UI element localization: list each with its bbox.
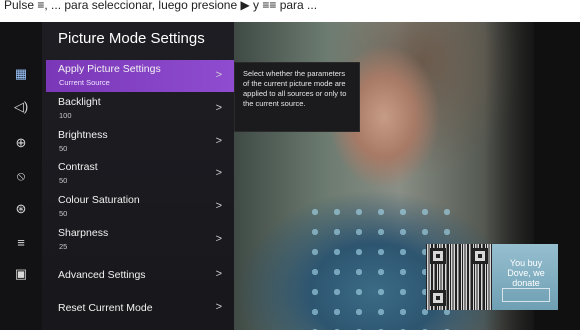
accessibility-icon[interactable]: ⊛ [0, 195, 42, 223]
chevron-right-icon: > [215, 200, 222, 212]
menu-item-reset-current-mode[interactable]: Reset Current Mode > [46, 292, 234, 324]
promo-card: You buy Dove, we donate [492, 244, 558, 310]
help-tooltip: Select whether the parameters of the cur… [234, 62, 360, 132]
menu-item-value: Current Source [59, 78, 110, 87]
tv-screen: ▦ ◁) ⊕ ⦸ ⊛ ≡ ▣ Picture Mode Settings App… [0, 22, 580, 330]
menu-item-label: Reset Current Mode [58, 302, 153, 314]
network-icon[interactable]: ⊕ [0, 129, 42, 157]
qr-finder [430, 248, 446, 264]
menu-item-backlight[interactable]: Backlight 100 > [46, 93, 234, 125]
promo-tagline: You buy Dove, we donate [507, 258, 545, 288]
picture-icon[interactable]: ▦ [0, 60, 42, 88]
qr-finder [430, 290, 446, 306]
menu-item-label: Backlight [58, 96, 101, 108]
menu-item-value: 50 [59, 176, 68, 185]
menu-item-contrast[interactable]: Contrast 50 > [46, 158, 234, 190]
chevron-right-icon: > [215, 233, 222, 245]
menu-item-brightness[interactable]: Brightness 50 > [46, 126, 234, 158]
menu-item-advanced-settings[interactable]: Advanced Settings > [46, 259, 234, 291]
page-title: Picture Mode Settings [58, 30, 205, 47]
picture-mode-settings-panel: Picture Mode Settings Apply Picture Sett… [42, 22, 234, 330]
qr-finder [472, 248, 488, 264]
chevron-right-icon: > [215, 301, 222, 313]
chevron-right-icon: > [215, 69, 222, 81]
menu-item-value: 25 [59, 242, 68, 251]
chevron-right-icon: > [215, 268, 222, 280]
tooltip-text: Select whether the parameters of the cur… [243, 69, 347, 108]
settings-category-rail: ▦ ◁) ⊕ ⦸ ⊛ ≡ ▣ [0, 22, 42, 330]
menu-item-label: Advanced Settings [58, 269, 146, 281]
promo-overlay: You buy Dove, we donate [426, 244, 558, 310]
support-icon[interactable]: ▣ [0, 260, 42, 288]
sound-icon[interactable]: ◁) [0, 93, 42, 121]
menu-item-label: Sharpness [58, 227, 109, 239]
menu-item-label: Contrast [58, 161, 98, 173]
menu-item-label: Apply Picture Settings [58, 63, 161, 75]
menu-item-value: 50 [59, 144, 68, 153]
chevron-right-icon: > [215, 167, 222, 179]
menu-item-label: Brightness [58, 129, 108, 141]
menu-item-value: 100 [59, 111, 72, 120]
menu-item-value: 50 [59, 209, 68, 218]
general-icon[interactable]: ≡ [0, 228, 42, 256]
menu-item-colour-saturation[interactable]: Colour Saturation 50 > [46, 191, 234, 223]
channel-icon[interactable]: ⦸ [0, 162, 42, 190]
chevron-right-icon: > [215, 135, 222, 147]
top-instruction-caption: Pulse ≡, ... para seleccionar, luego pre… [0, 0, 580, 22]
menu-item-apply-picture-settings[interactable]: Apply Picture Settings Current Source > [46, 60, 234, 92]
menu-item-sharpness[interactable]: Sharpness 25 > [46, 224, 234, 256]
brand-logo [502, 288, 550, 302]
menu-item-label: Colour Saturation [58, 194, 140, 206]
caption-text: Pulse ≡, ... para seleccionar, luego pre… [4, 0, 318, 12]
chevron-right-icon: > [215, 102, 222, 114]
qr-code [426, 244, 492, 310]
